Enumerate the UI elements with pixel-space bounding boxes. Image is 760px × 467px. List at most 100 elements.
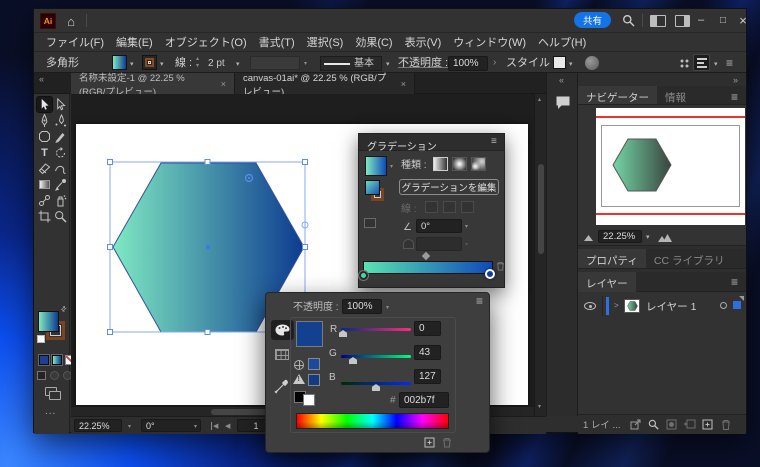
- tab-navigator[interactable]: ナビゲーター: [578, 86, 657, 104]
- locate-object-icon[interactable]: [648, 419, 659, 430]
- popup-opacity-field[interactable]: 100%: [342, 299, 382, 314]
- panel-layout-icon[interactable]: [675, 15, 690, 27]
- layer-selected-indicator[interactable]: [733, 301, 741, 309]
- workspace-icon[interactable]: [650, 15, 666, 27]
- b-slider[interactable]: [341, 382, 411, 385]
- share-button[interactable]: 共有: [574, 12, 611, 28]
- zoom-in-icon[interactable]: [658, 234, 672, 242]
- eyedropper-tool[interactable]: [53, 177, 68, 192]
- gradient-stop-left[interactable]: [359, 271, 368, 280]
- gradient-stop-right[interactable]: [485, 269, 495, 279]
- gradient-panel-header[interactable]: グラデーション ≡: [359, 134, 504, 151]
- gradient-preview-swatch[interactable]: [365, 156, 387, 176]
- g-value-field[interactable]: 43: [414, 345, 441, 360]
- gradient-type-freeform-button[interactable]: [471, 157, 486, 171]
- first-artboard-icon[interactable]: ◀: [211, 422, 218, 430]
- navigator-menu-icon[interactable]: ≡: [731, 91, 738, 103]
- collect-for-export-icon[interactable]: [630, 419, 641, 430]
- navigator-thumbnail[interactable]: [596, 108, 745, 225]
- status-zoom-field[interactable]: 22.25%: [74, 419, 122, 432]
- gradient-slider-bar[interactable]: [363, 261, 493, 274]
- doc-tab-untitled-close-icon[interactable]: ×: [221, 79, 226, 89]
- hex-field[interactable]: 002b7f: [399, 392, 449, 408]
- b-value-field[interactable]: 127: [414, 369, 441, 384]
- menu-object[interactable]: オブジェクト(O): [160, 31, 252, 53]
- style-dropdown-icon[interactable]: ▾: [569, 61, 573, 68]
- direct-selection-tool[interactable]: [53, 97, 68, 112]
- toolbar-collapse-icon[interactable]: «: [39, 75, 44, 84]
- menu-effect[interactable]: 効果(C): [350, 31, 397, 53]
- reverse-gradient-icon[interactable]: [364, 218, 376, 228]
- control-arrange-button[interactable]: [693, 54, 710, 71]
- white-swatch[interactable]: [303, 394, 315, 406]
- gradient-button[interactable]: [52, 355, 62, 365]
- menu-file[interactable]: ファイル(F): [41, 31, 109, 53]
- gradient-type-linear-button[interactable]: [433, 157, 448, 171]
- pen-tool[interactable]: [37, 113, 52, 128]
- layer-target-icon[interactable]: [720, 302, 727, 309]
- stroke-style-dropdown-icon[interactable]: ▾: [386, 61, 390, 68]
- home-icon[interactable]: ⌂: [60, 10, 82, 32]
- stroke-weight-dropdown-icon[interactable]: ▾: [236, 61, 240, 68]
- control-menu-icon[interactable]: ≡: [726, 57, 733, 69]
- color-button[interactable]: [39, 355, 49, 365]
- new-sublayer-icon[interactable]: [684, 419, 696, 430]
- tab-cc-libraries[interactable]: CC ライブラリ: [646, 249, 733, 268]
- type-tool[interactable]: T: [37, 145, 52, 160]
- swap-fill-stroke-icon[interactable]: ⇄: [59, 304, 69, 314]
- screen-mode-icon[interactable]: [45, 387, 57, 396]
- scroll-down-icon[interactable]: ▾: [538, 404, 541, 410]
- selection-tool[interactable]: [37, 97, 52, 112]
- menu-edit[interactable]: 編集(E): [111, 31, 158, 53]
- brush-definition-box[interactable]: [250, 56, 300, 70]
- stroke-dropdown-icon[interactable]: ▾: [160, 61, 164, 68]
- scroll-up-icon[interactable]: ▴: [538, 97, 541, 103]
- layer-expand-icon[interactable]: >: [614, 302, 619, 310]
- layer-thumbnail[interactable]: [624, 299, 640, 313]
- r-value-field[interactable]: 0: [414, 321, 441, 336]
- paintbrush-tool[interactable]: [53, 129, 68, 144]
- delete-layer-icon[interactable]: [721, 419, 731, 430]
- web-safe-swatch[interactable]: [308, 358, 320, 370]
- default-fill-stroke-icon[interactable]: [37, 335, 45, 343]
- polygon-shape-tool[interactable]: [37, 129, 52, 144]
- status-rotation-field[interactable]: 0°: [141, 419, 201, 432]
- popup-menu-icon[interactable]: ≡: [476, 295, 483, 307]
- close-button[interactable]: ×: [732, 9, 754, 31]
- menu-select[interactable]: 選択(S): [302, 31, 349, 53]
- gradient-tool[interactable]: [37, 177, 52, 192]
- document-setup-icon[interactable]: [585, 56, 599, 70]
- popup-eyedropper-button[interactable]: [274, 379, 289, 394]
- gamut-warning-icon[interactable]: !: [293, 374, 305, 384]
- stepper-up-icon[interactable]: ▴: [196, 56, 199, 62]
- swatches-button[interactable]: [275, 349, 289, 360]
- prev-artboard-icon[interactable]: ◀: [225, 422, 230, 430]
- eraser-tool[interactable]: [37, 161, 52, 176]
- arrange-dropdown-icon[interactable]: ▾: [714, 61, 718, 68]
- doc-tab-untitled[interactable]: 名称未設定-1 @ 22.25 % (RGB/プレビュー) ×: [71, 73, 235, 94]
- menu-window[interactable]: ウィンドウ(W): [448, 31, 531, 53]
- layers-menu-icon[interactable]: ≡: [731, 276, 738, 288]
- gradient-fill-proxy[interactable]: [365, 180, 380, 195]
- popup-opacity-dropdown-icon[interactable]: ▾: [386, 305, 389, 311]
- search-icon[interactable]: [622, 14, 635, 27]
- minimize-button[interactable]: –: [690, 9, 712, 31]
- gradient-type-radial-button[interactable]: [452, 157, 467, 171]
- status-rotation-dropdown-icon[interactable]: ▾: [194, 424, 197, 430]
- color-spectrum-bar[interactable]: [296, 413, 449, 429]
- new-layer-icon[interactable]: [702, 419, 713, 430]
- fill-color-swatch[interactable]: [112, 55, 127, 70]
- menu-view[interactable]: 表示(V): [400, 31, 447, 53]
- navigator-zoom-dropdown-icon[interactable]: ▾: [646, 234, 650, 241]
- stroke-weight-value[interactable]: 2 pt: [208, 59, 225, 69]
- shaper-tool[interactable]: [53, 161, 68, 176]
- g-slider[interactable]: [341, 355, 411, 358]
- fill-dropdown-icon[interactable]: ▾: [130, 61, 134, 68]
- draw-behind-mode-button[interactable]: [50, 371, 59, 380]
- draw-normal-mode-button[interactable]: [37, 371, 46, 380]
- make-mask-icon[interactable]: [666, 419, 677, 430]
- blend-tool[interactable]: [37, 193, 52, 208]
- artboard-tool[interactable]: [37, 209, 52, 224]
- fill-proxy[interactable]: [38, 311, 59, 332]
- menu-type[interactable]: 書式(T): [254, 31, 300, 53]
